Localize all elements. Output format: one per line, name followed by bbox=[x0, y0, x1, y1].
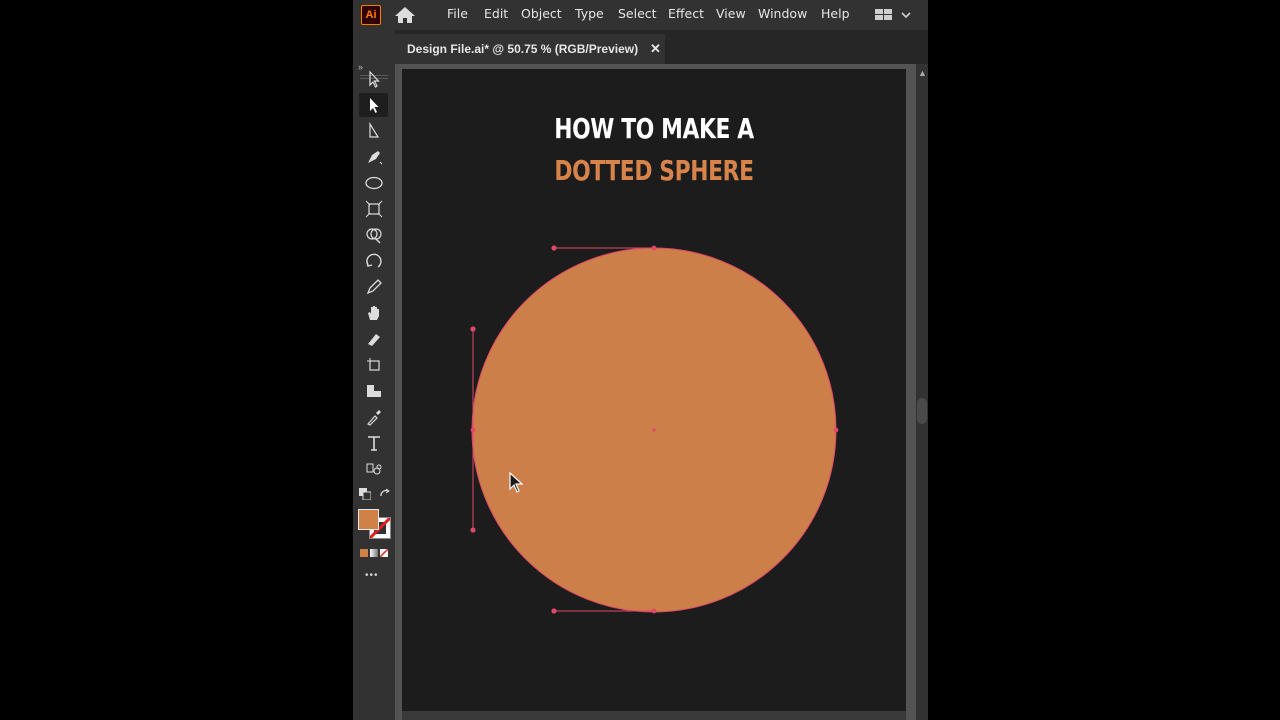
fill-swatch[interactable] bbox=[358, 509, 379, 530]
menu-type[interactable]: Type bbox=[575, 0, 604, 30]
artboard-title-line1: HOW TO MAKE A bbox=[554, 112, 754, 145]
eyedropper-tool[interactable] bbox=[359, 405, 388, 429]
workspace-switcher-icon[interactable] bbox=[874, 7, 914, 23]
selection-tool[interactable] bbox=[359, 67, 388, 91]
menu-window[interactable]: Window bbox=[758, 0, 807, 30]
artboard[interactable]: HOW TO MAKE A DOTTED SPHERE bbox=[402, 69, 906, 720]
close-icon[interactable]: ✕ bbox=[650, 41, 661, 57]
free-transform-icon bbox=[365, 200, 382, 218]
eyedropper-icon bbox=[366, 410, 381, 426]
symbol-sprayer-icon bbox=[366, 463, 381, 475]
mouse-cursor-icon bbox=[509, 472, 524, 493]
artboard-title-line2: DOTTED SPHERE bbox=[554, 154, 754, 187]
home-icon[interactable] bbox=[394, 6, 416, 24]
scrollbar-thumb[interactable] bbox=[917, 398, 927, 424]
illustrator-window: Ai File Edit Object Type Select Effect V… bbox=[353, 0, 928, 720]
more-tools-button[interactable]: ••• bbox=[365, 570, 379, 581]
arrow-outline-icon bbox=[368, 70, 380, 88]
default-colors-icon[interactable] bbox=[359, 488, 371, 500]
eraser-icon bbox=[367, 334, 380, 346]
ellipse-tool[interactable] bbox=[359, 171, 388, 195]
rotate-icon bbox=[365, 253, 382, 268]
type-tool[interactable] bbox=[359, 431, 388, 455]
color-mode-icon[interactable] bbox=[360, 549, 368, 557]
symbol-sprayer-tool[interactable] bbox=[359, 457, 388, 481]
menu-help[interactable]: Help bbox=[821, 0, 850, 30]
line-tool[interactable] bbox=[359, 119, 388, 143]
menu-bar: Ai File Edit Object Type Select Effect V… bbox=[353, 0, 928, 30]
hand-icon bbox=[367, 306, 379, 320]
rotate-tool[interactable] bbox=[359, 249, 388, 273]
pen-icon bbox=[367, 151, 382, 165]
line-segment-icon bbox=[368, 121, 379, 138]
horizontal-scrollbar[interactable] bbox=[402, 711, 906, 720]
scroll-up-icon[interactable]: ▲ bbox=[918, 68, 927, 78]
free-transform-tool[interactable] bbox=[359, 197, 388, 221]
menu-file[interactable]: File bbox=[447, 0, 468, 30]
direct-selection-tool[interactable] bbox=[359, 93, 388, 117]
none-mode-icon[interactable] bbox=[380, 549, 388, 557]
type-icon bbox=[367, 436, 380, 451]
menu-edit[interactable]: Edit bbox=[484, 0, 508, 30]
pencil-icon bbox=[366, 279, 382, 295]
arrow-filled-icon bbox=[369, 98, 378, 113]
swap-colors-icon[interactable] bbox=[379, 488, 391, 500]
menu-effect[interactable]: Effect bbox=[668, 0, 704, 30]
eraser-tool[interactable] bbox=[359, 327, 388, 351]
pencil-tool[interactable] bbox=[359, 275, 388, 299]
document-tab-label: Design File.ai* @ 50.75 % (RGB/Preview) bbox=[407, 42, 639, 56]
menu-view[interactable]: View bbox=[716, 0, 746, 30]
document-tab-bar: Design File.ai* @ 50.75 % (RGB/Preview) … bbox=[395, 30, 928, 64]
menu-select[interactable]: Select bbox=[618, 0, 657, 30]
hand-tool[interactable] bbox=[359, 301, 388, 325]
artboard-icon bbox=[366, 358, 380, 371]
gradient-icon bbox=[366, 385, 381, 397]
menu-object[interactable]: Object bbox=[521, 0, 562, 30]
app-logo: Ai bbox=[361, 5, 381, 25]
gradient-mode-icon[interactable] bbox=[370, 549, 378, 557]
artboard-tool[interactable] bbox=[359, 353, 388, 377]
vertical-scrollbar[interactable]: ▲ bbox=[916, 64, 928, 720]
tools-panel: » ••• bbox=[353, 30, 395, 720]
gradient-tool[interactable] bbox=[359, 379, 388, 403]
document-tab[interactable]: Design File.ai* @ 50.75 % (RGB/Preview) … bbox=[395, 34, 665, 64]
ellipse-icon bbox=[364, 176, 383, 190]
pen-tool[interactable] bbox=[359, 145, 388, 169]
canvas-area[interactable]: HOW TO MAKE A DOTTED SPHERE bbox=[395, 64, 916, 720]
shape-builder-icon bbox=[365, 228, 382, 244]
shape-builder-tool[interactable] bbox=[359, 223, 388, 247]
